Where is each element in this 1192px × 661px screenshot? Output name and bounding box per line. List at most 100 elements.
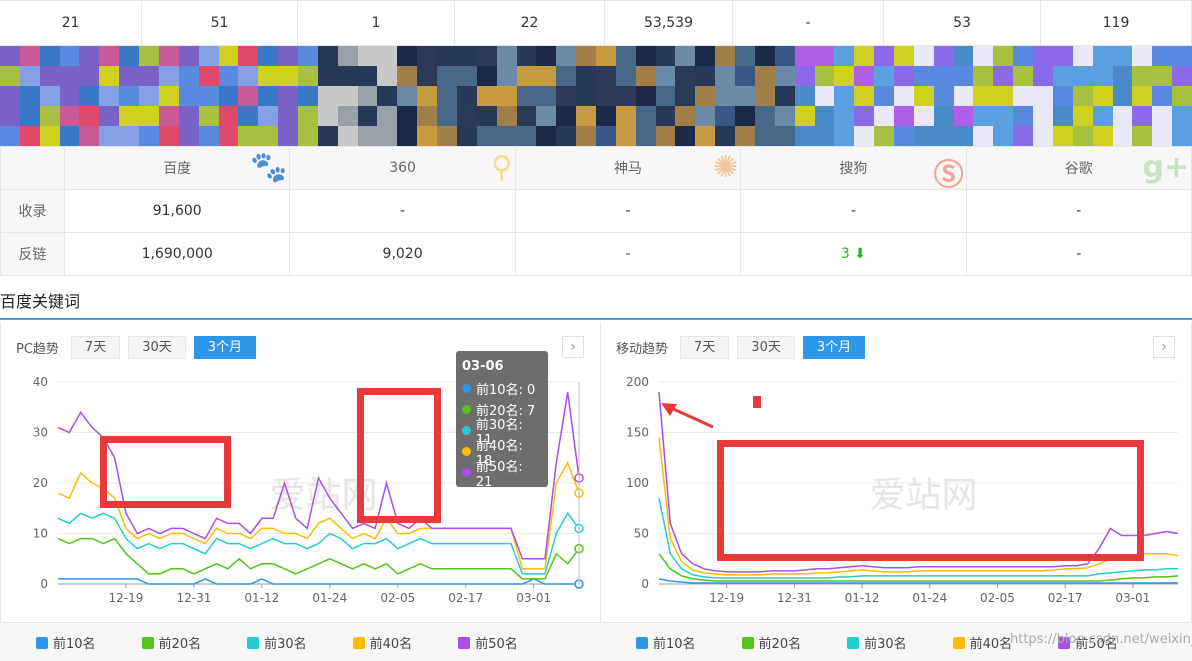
- banner-pixel: [258, 86, 279, 106]
- stat-cell: -: [733, 1, 884, 45]
- banner-pixel: [99, 46, 120, 66]
- series-line-2: [57, 537, 580, 580]
- table-corner: [0, 146, 65, 190]
- banner-pixel: [516, 46, 537, 66]
- banner-pixel: [119, 126, 140, 146]
- banner-pixel: [894, 66, 914, 86]
- stat-cell: 51: [142, 1, 298, 45]
- banner-pixel: [158, 126, 179, 146]
- banner-pixel: [1052, 66, 1073, 86]
- legend-item[interactable]: 前40名: [352, 633, 412, 652]
- banner-pixel: [1092, 126, 1113, 146]
- banner-pixel: [238, 106, 259, 126]
- legend-label: 前40名: [969, 637, 1013, 652]
- banner-pixel: [814, 86, 835, 106]
- banner-pixel: [596, 126, 616, 146]
- banner-pixel: [317, 86, 338, 106]
- banner-pixel: [337, 46, 358, 66]
- banner-pixel: [59, 66, 80, 86]
- legend-label: 前10名: [653, 637, 696, 652]
- banner-pixel: [39, 66, 60, 86]
- y-tick-label: 100: [626, 476, 649, 490]
- legend-swatch: [247, 636, 260, 649]
- banner-pixel: [139, 106, 159, 126]
- banner-pixel: [655, 86, 676, 106]
- banner-pixel: [973, 46, 994, 66]
- banner-pixel: [258, 106, 279, 126]
- table-cell[interactable]: 9,020: [289, 232, 516, 276]
- banner-pixel: [298, 106, 318, 126]
- banner-pixel: [1152, 106, 1173, 126]
- legend-label: 前10名: [53, 637, 96, 652]
- y-tick-label: 200: [626, 375, 649, 389]
- tooltip-row: 前10名: 0: [462, 378, 542, 399]
- legend-item[interactable]: 前30名: [847, 633, 907, 652]
- x-tick-label: 02-17: [448, 591, 483, 605]
- banner-pixel: [238, 86, 259, 106]
- banner-pixel: [278, 66, 298, 86]
- tooltip-dot: [462, 468, 471, 477]
- sogou-backlink-value[interactable]: 3: [841, 246, 850, 262]
- banner-pixel: [496, 46, 517, 66]
- legend-item[interactable]: 前30名: [247, 633, 307, 652]
- range-7d-button[interactable]: 7天: [70, 336, 121, 359]
- banner-pixel: [695, 126, 716, 146]
- banner-pixel: [933, 66, 954, 86]
- table-cell[interactable]: 3 ⬇: [740, 232, 967, 276]
- chevron-right-icon[interactable]: ›: [1153, 336, 1175, 358]
- legend-item[interactable]: 前10名: [36, 633, 96, 652]
- range-30d-button[interactable]: 30天: [128, 336, 186, 359]
- banner-pixel: [576, 106, 596, 126]
- range-30d-button[interactable]: 30天: [737, 336, 795, 359]
- banner-pixel: [357, 86, 378, 106]
- banner-pixel: [854, 126, 875, 146]
- x-tick-label: 03-01: [1115, 591, 1150, 605]
- legend-item[interactable]: 前50名: [458, 633, 518, 652]
- banner-pixel: [695, 46, 716, 66]
- banner-pixel: [774, 66, 795, 86]
- banner-pixel: [0, 106, 20, 126]
- banner-pixel: [278, 46, 298, 66]
- banner-pixel: [476, 66, 497, 86]
- legend-label: 前20名: [158, 637, 202, 652]
- banner-pixel: [99, 106, 120, 126]
- banner-pixel: [556, 86, 577, 106]
- banner-pixel: [874, 106, 894, 126]
- banner-pixel: [19, 86, 40, 106]
- legend-item[interactable]: 前20名: [741, 633, 801, 652]
- banner-pixel: [894, 46, 914, 66]
- banner-pixel: [337, 86, 358, 106]
- banner-pixel: [576, 66, 596, 86]
- legend-item[interactable]: 前10名: [636, 633, 696, 652]
- table-cell[interactable]: 91,600: [63, 189, 291, 233]
- banner-pixel: [814, 126, 835, 146]
- legend-item[interactable]: 前40名: [952, 633, 1013, 652]
- banner-pixel: [1072, 126, 1093, 146]
- tooltip-label: 前10名: 0: [476, 383, 536, 398]
- banner-pixel: [317, 126, 338, 146]
- section-title: 百度关键词: [0, 292, 81, 311]
- chevron-right-icon[interactable]: ›: [562, 336, 584, 358]
- legend-item[interactable]: 前20名: [141, 633, 202, 652]
- banner-pixel: [615, 126, 636, 146]
- banner-pixel: [754, 126, 775, 146]
- banner-pixel: [417, 66, 438, 86]
- table-cell[interactable]: 1,690,000: [63, 232, 291, 276]
- range-3m-button[interactable]: 3个月: [193, 336, 257, 359]
- shenma-bug-icon: ✺: [713, 150, 739, 185]
- banner-pixel: [536, 46, 557, 66]
- range-3m-button[interactable]: 3个月: [802, 336, 866, 359]
- banner-pixel: [1052, 46, 1073, 66]
- banner-pixel: [1052, 86, 1073, 106]
- range-7d-button[interactable]: 7天: [680, 336, 730, 359]
- banner-pixel: [59, 86, 80, 106]
- banner-pixel: [1172, 46, 1192, 66]
- x-tick-label: 12-31: [176, 591, 211, 605]
- banner-pixel: [814, 106, 835, 126]
- banner-pixel: [198, 66, 219, 86]
- banner-pixel: [635, 106, 656, 126]
- banner-pixel: [1112, 126, 1133, 146]
- annotation-box: [717, 440, 1144, 561]
- banner-pixel: [198, 86, 219, 106]
- baidu-paw-icon: 🐾: [250, 150, 288, 185]
